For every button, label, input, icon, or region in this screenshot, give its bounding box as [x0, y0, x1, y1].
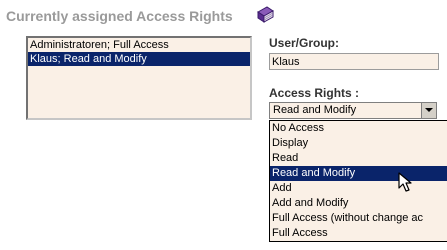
access-rights-selected-value: Read and Modify: [273, 104, 357, 116]
access-rights-panel: Currently assigned Access Rights Adminis…: [0, 0, 447, 250]
list-item-selected[interactable]: Klaus; Read and Modify: [28, 52, 250, 66]
access-rights-select[interactable]: Read and Modify: [269, 102, 437, 119]
access-rights-dropdown[interactable]: No Access Display Read Read and Modify A…: [269, 120, 447, 242]
dropdown-option[interactable]: Add and Modify: [270, 196, 447, 211]
dropdown-option[interactable]: Display: [270, 136, 447, 151]
list-item[interactable]: Administratoren; Full Access: [28, 38, 250, 52]
dropdown-option[interactable]: Full Access: [270, 226, 447, 241]
dropdown-option[interactable]: Read: [270, 151, 447, 166]
chevron-down-icon[interactable]: [421, 103, 436, 118]
user-group-label: User/Group:: [269, 36, 340, 50]
dropdown-option-selected[interactable]: Read and Modify: [270, 166, 447, 181]
dropdown-option[interactable]: Add: [270, 181, 447, 196]
access-rights-label: Access Rights :: [269, 86, 360, 100]
mouse-cursor-icon: [398, 172, 412, 192]
dropdown-option[interactable]: Full Access (without change ac: [270, 211, 447, 226]
book-icon[interactable]: [255, 5, 275, 25]
dropdown-option[interactable]: No Access: [270, 121, 447, 136]
user-group-input[interactable]: [269, 53, 439, 70]
assigned-rights-listbox[interactable]: Administratoren; Full Access Klaus; Read…: [26, 36, 252, 120]
section-title: Currently assigned Access Rights: [6, 8, 233, 24]
